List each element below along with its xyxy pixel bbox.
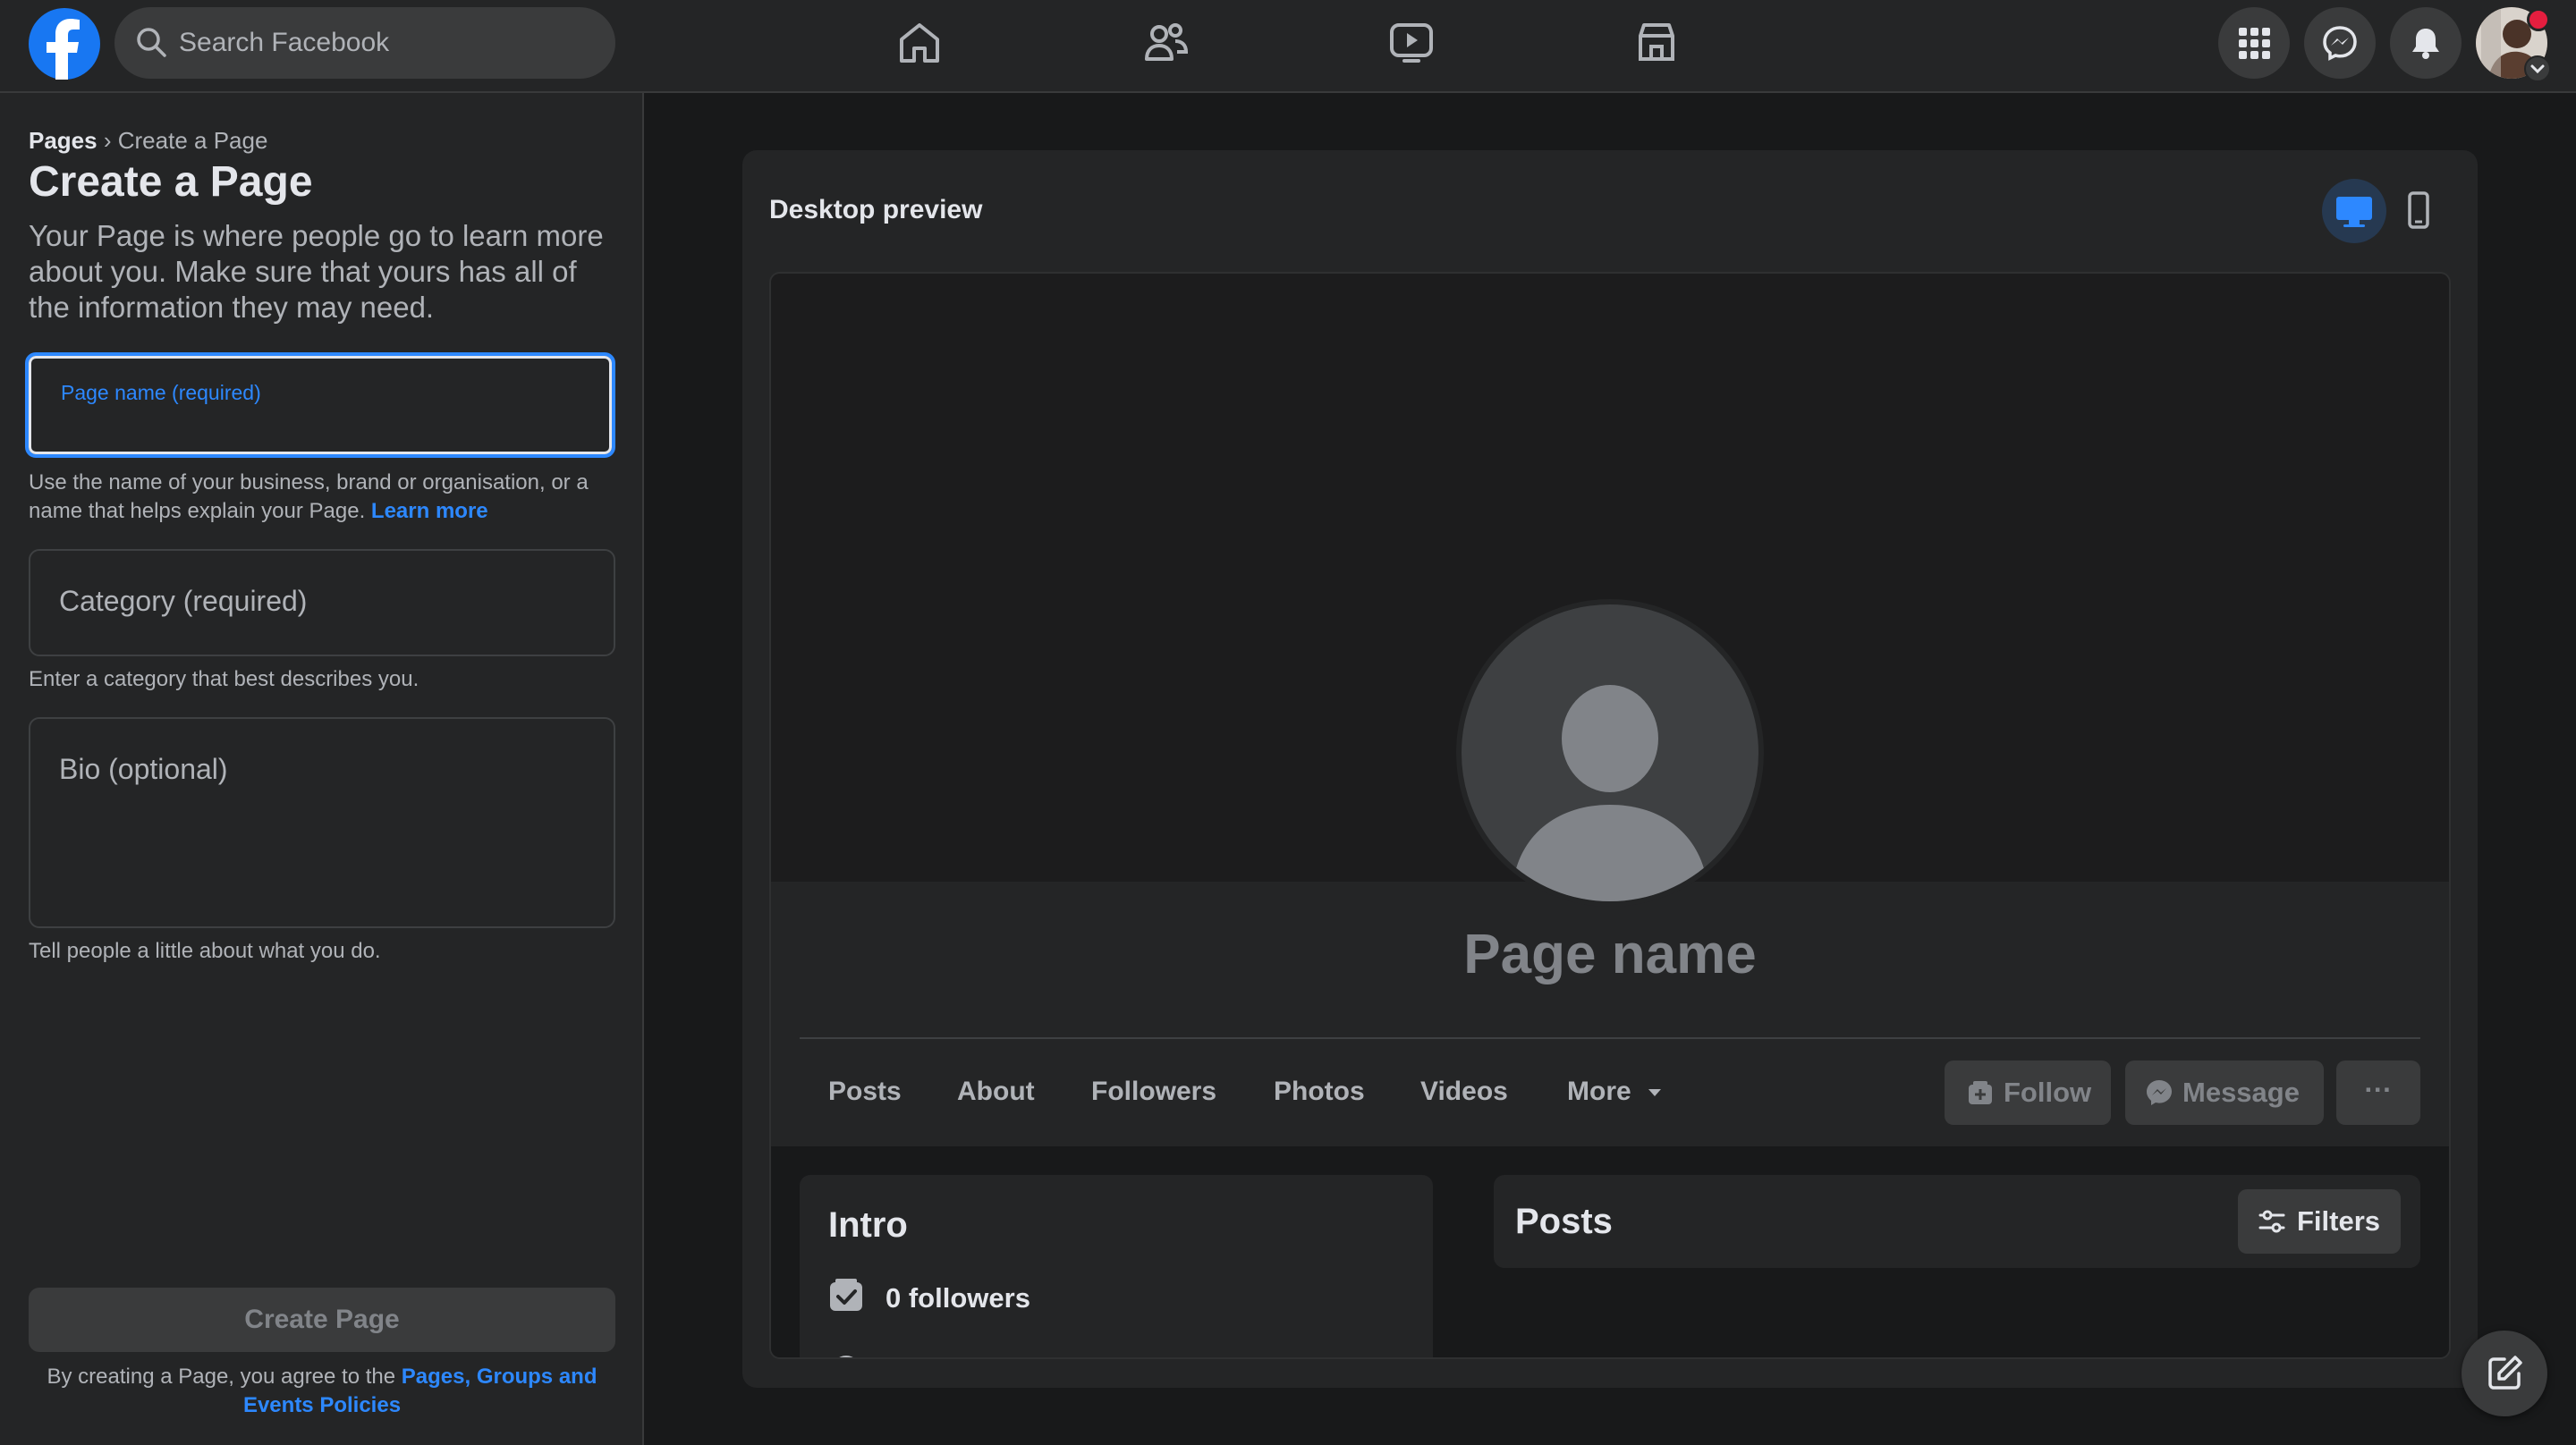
message-button[interactable]: Message	[2125, 1061, 2324, 1125]
page-name-label: Page name (required)	[61, 381, 261, 404]
page-title: Create a Page	[29, 158, 313, 206]
marketplace-icon[interactable]	[1630, 16, 1683, 70]
message-label: Message	[2182, 1077, 2300, 1108]
breadcrumb: Pages › Create a Page	[29, 127, 267, 155]
followers-count: 0 followers	[886, 1282, 1030, 1314]
notifications-button[interactable]	[2390, 7, 2462, 79]
category-field[interactable]: Category (required)	[29, 549, 615, 656]
facebook-logo-icon[interactable]	[29, 8, 100, 80]
tab-followers[interactable]: Followers	[1091, 1077, 1216, 1107]
new-message-button[interactable]	[2462, 1331, 2547, 1416]
page-preview: Page name Posts About Followers Photos V…	[769, 272, 2451, 1359]
desktop-preview-toggle[interactable]	[2322, 179, 2386, 243]
preview-title: Desktop preview	[769, 195, 983, 224]
page-description: Your Page is where people go to learn mo…	[29, 219, 604, 324]
tab-posts[interactable]: Posts	[828, 1077, 902, 1107]
intro-card: Intro 0 followers	[800, 1175, 1433, 1357]
create-page-button[interactable]: Create Page	[29, 1288, 615, 1352]
tab-more-label: More	[1567, 1077, 1631, 1106]
tab-more[interactable]: More	[1567, 1077, 1664, 1107]
intro-title: Intro	[828, 1205, 908, 1245]
follow-icon	[1969, 1081, 1992, 1104]
more-actions-button[interactable]: ···	[2336, 1061, 2420, 1125]
search-icon	[134, 25, 170, 61]
preview-page-name: Page name	[1463, 924, 1757, 985]
profile-picture-placeholder	[1456, 599, 1764, 907]
breadcrumb-current: Create a Page	[117, 127, 268, 154]
tab-about[interactable]: About	[957, 1077, 1035, 1107]
search-input[interactable]: Search Facebook	[179, 7, 389, 79]
page-name-field[interactable]: Page name (required)	[25, 352, 615, 458]
posts-title: Posts	[1515, 1202, 1613, 1241]
followers-check-icon	[830, 1279, 862, 1311]
chevron-down-icon	[2530, 64, 2545, 74]
breadcrumb-pages-link[interactable]: Pages	[29, 127, 97, 154]
mobile-icon	[2408, 191, 2429, 229]
follow-label: Follow	[2004, 1077, 2092, 1108]
category-placeholder: Category (required)	[59, 585, 308, 617]
filters-button[interactable]: Filters	[2238, 1189, 2401, 1254]
bio-help: Tell people a little about what you do.	[29, 939, 381, 963]
filters-icon	[2258, 1210, 2285, 1233]
search-bar[interactable]: Search Facebook	[114, 7, 615, 79]
messenger-icon	[2147, 1080, 2172, 1105]
bio-field[interactable]: Bio (optional)	[29, 717, 615, 928]
page-name-help: Use the name of your business, brand or …	[29, 469, 619, 526]
follow-button[interactable]: Follow	[1945, 1061, 2111, 1125]
account-menu-chevron[interactable]	[2524, 55, 2551, 82]
friends-icon[interactable]	[1140, 16, 1193, 70]
terms-text: By creating a Page, you agree to the	[47, 1365, 396, 1389]
learn-more-link[interactable]: Learn more	[371, 499, 488, 523]
messenger-button[interactable]	[2304, 7, 2376, 79]
home-icon[interactable]	[893, 16, 946, 70]
filters-label: Filters	[2297, 1205, 2381, 1237]
menu-grid-button[interactable]	[2218, 7, 2290, 79]
compose-icon	[2488, 1356, 2522, 1390]
tab-videos[interactable]: Videos	[1420, 1077, 1508, 1107]
mobile-preview-toggle[interactable]	[2386, 179, 2451, 243]
tab-photos[interactable]: Photos	[1274, 1077, 1365, 1107]
intro-item-icon	[832, 1356, 860, 1357]
desktop-icon	[2336, 197, 2372, 227]
divider	[800, 1037, 2420, 1039]
person-silhouette-icon	[1512, 685, 1708, 901]
bio-placeholder: Bio (optional)	[59, 753, 228, 785]
page-name-help-text: Use the name of your business, brand or …	[29, 470, 589, 523]
terms-notice: By creating a Page, you agree to the Pag…	[29, 1363, 615, 1420]
breadcrumb-separator: ›	[103, 127, 112, 154]
bell-icon	[2412, 29, 2439, 59]
notification-dot	[2527, 8, 2550, 31]
caret-down-icon	[1648, 1089, 1662, 1097]
messenger-icon	[2323, 26, 2357, 61]
grid-icon	[2239, 28, 2270, 59]
video-icon[interactable]	[1385, 16, 1438, 70]
category-help: Enter a category that best describes you…	[29, 667, 419, 691]
